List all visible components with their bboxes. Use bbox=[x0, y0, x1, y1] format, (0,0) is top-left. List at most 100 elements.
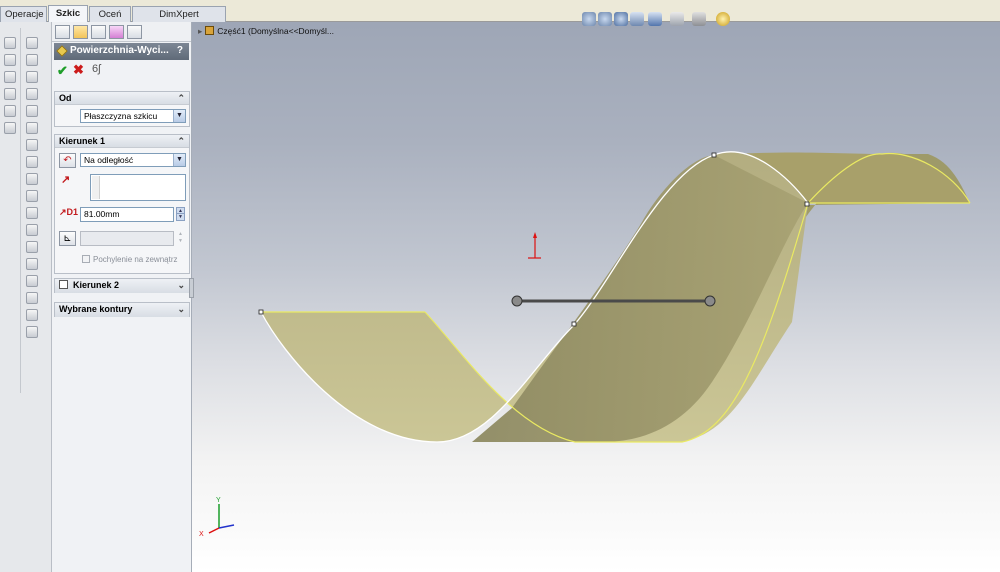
sweep-icon[interactable] bbox=[4, 71, 16, 83]
start-condition-value: Płaszczyzna szkicu bbox=[84, 111, 158, 121]
fillet-icon[interactable] bbox=[26, 71, 38, 83]
group-wybrane-kontury: Wybrane kontury ⌄ bbox=[54, 302, 190, 317]
group-wybrane-kontury-title: Wybrane kontury bbox=[59, 304, 133, 314]
group-kierunek2-title: Kierunek 2 bbox=[73, 280, 120, 290]
draft-angle-input bbox=[80, 231, 174, 246]
end-condition-select[interactable]: Na odległość ▼ bbox=[80, 153, 186, 167]
checkbox-box bbox=[82, 255, 90, 263]
group-kierunek1-header[interactable]: Kierunek 1 ⌃ bbox=[55, 135, 189, 148]
distance-icon: ↗D1 bbox=[59, 207, 79, 217]
cancel-icon[interactable]: ✖ bbox=[73, 62, 84, 78]
drag-handle-start[interactable] bbox=[511, 295, 523, 307]
axis-triad: Y X bbox=[199, 497, 235, 538]
extruded-surface-icon bbox=[56, 45, 68, 57]
command-icon-strip bbox=[0, 22, 52, 572]
freeform-icon[interactable] bbox=[26, 309, 38, 321]
chevron-down-icon[interactable]: ▼ bbox=[173, 110, 185, 122]
chevron-down-icon[interactable]: ▼ bbox=[173, 154, 185, 166]
group-kierunek2: Kierunek 2 ⌄ bbox=[54, 278, 190, 293]
fill-icon[interactable] bbox=[4, 122, 16, 134]
tab-dimxpert[interactable]: DimXpert Wymiarów bbox=[132, 6, 226, 35]
hole-icon[interactable] bbox=[26, 54, 38, 66]
loft-icon[interactable] bbox=[4, 88, 16, 100]
display-manager-icon[interactable] bbox=[127, 25, 142, 39]
property-manager: Powierzchnia-Wyci... ? ✔ ✖ 6ʃ Od ⌃ Płasz… bbox=[52, 22, 192, 572]
accept-icon[interactable]: ✔ bbox=[57, 63, 68, 79]
reference-geometry-icon[interactable] bbox=[26, 241, 38, 253]
end-condition-value: Na odległość bbox=[84, 155, 134, 165]
mirror-icon[interactable] bbox=[26, 173, 38, 185]
dimxpert-manager-icon[interactable] bbox=[109, 25, 124, 39]
distance-input[interactable]: 81.00mm bbox=[80, 207, 174, 222]
strip-divider bbox=[20, 28, 21, 393]
shell-icon[interactable] bbox=[26, 122, 38, 134]
flip-direction-icon[interactable]: ↶ bbox=[59, 153, 76, 168]
property-manager-icon[interactable] bbox=[73, 25, 88, 39]
spin-up-icon: ▲ bbox=[178, 231, 183, 237]
sketch-point[interactable] bbox=[258, 309, 264, 315]
help-button[interactable]: ? bbox=[177, 43, 183, 59]
collapse-icon[interactable]: ⌃ bbox=[177, 135, 185, 147]
tab-szkic[interactable]: Szkic bbox=[48, 5, 88, 23]
expand-icon[interactable]: ⌄ bbox=[177, 303, 185, 316]
curves-icon[interactable] bbox=[26, 258, 38, 270]
group-od: Od ⌃ Płaszczyzna szkicu ▼ bbox=[54, 91, 190, 127]
expand-icon[interactable]: ⌄ bbox=[177, 279, 185, 292]
extrude-icon[interactable] bbox=[4, 37, 16, 49]
graphics-area[interactable]: ▸ Część1 (Domyślna<<Domyśl... Y X bbox=[189, 12, 1000, 572]
sketch-point[interactable] bbox=[804, 201, 810, 207]
drag-handle-end[interactable] bbox=[704, 295, 716, 307]
intersect-icon[interactable] bbox=[26, 224, 38, 236]
axis-y-label: Y bbox=[216, 497, 221, 504]
draft-tool-icon[interactable] bbox=[26, 139, 38, 151]
group-kierunek1-title: Kierunek 1 bbox=[59, 136, 106, 146]
kierunek2-checkbox[interactable] bbox=[59, 280, 68, 289]
pm-toolbar bbox=[52, 22, 191, 42]
direction-listbox[interactable] bbox=[90, 174, 186, 201]
cut-icon[interactable] bbox=[26, 37, 38, 49]
pm-actions: ✔ ✖ 6ʃ bbox=[52, 61, 191, 79]
distance-value: 81.00mm bbox=[84, 209, 120, 219]
sketch-point[interactable] bbox=[571, 321, 577, 327]
boundary-icon[interactable] bbox=[4, 105, 16, 117]
surface-ribbon bbox=[472, 155, 808, 442]
tab-ocen[interactable]: Oceń bbox=[89, 6, 131, 22]
model-canvas[interactable]: Y X bbox=[192, 22, 1000, 572]
revolve-icon[interactable] bbox=[4, 54, 16, 66]
spin-down-icon[interactable]: ▼ bbox=[176, 214, 185, 221]
chamfer-icon[interactable] bbox=[26, 88, 38, 100]
feature-manager-icon[interactable] bbox=[55, 25, 70, 39]
split-icon[interactable] bbox=[26, 292, 38, 304]
draft-icon[interactable]: ⊾ bbox=[59, 231, 76, 246]
pattern-icon[interactable] bbox=[26, 156, 38, 168]
instant3d-icon[interactable] bbox=[26, 275, 38, 287]
helix-icon[interactable] bbox=[26, 326, 38, 338]
group-kierunek1: Kierunek 1 ⌃ ↶ Na odległość ▼ ↗ ↗D1 81.0… bbox=[54, 134, 190, 274]
pm-title-bar: Powierzchnia-Wyci... ? bbox=[54, 43, 189, 60]
group-kierunek2-header[interactable]: Kierunek 2 ⌄ bbox=[55, 279, 189, 293]
draft-outward-checkbox: Pochylenie na zewnątrz bbox=[82, 255, 178, 264]
spin-up-icon[interactable]: ▲ bbox=[176, 207, 185, 214]
preview-icon[interactable]: 6ʃ bbox=[92, 63, 101, 75]
sketch-point[interactable] bbox=[711, 152, 717, 158]
configuration-manager-icon[interactable] bbox=[91, 25, 106, 39]
command-manager-tabs: Operacje Szkic Oceń DimXpert Wymiarów bbox=[0, 0, 1000, 35]
origin-icon bbox=[528, 232, 541, 259]
group-od-header[interactable]: Od ⌃ bbox=[55, 92, 189, 105]
group-wybrane-kontury-header[interactable]: Wybrane kontury ⌄ bbox=[55, 303, 189, 317]
rib-icon[interactable] bbox=[26, 105, 38, 117]
solidworks-window: Operacje Szkic Oceń DimXpert Wymiarów bbox=[0, 0, 1000, 572]
dome-icon[interactable] bbox=[26, 207, 38, 219]
draft-spinner: ▲ ▼ bbox=[176, 231, 185, 245]
direction-arrow-icon: ↗ bbox=[61, 174, 71, 186]
distance-spinner[interactable]: ▲ ▼ bbox=[176, 207, 185, 221]
start-condition-select[interactable]: Płaszczyzna szkicu ▼ bbox=[80, 109, 186, 123]
axis-x-label: X bbox=[199, 531, 204, 538]
draft-outward-label: Pochylenie na zewnątrz bbox=[93, 255, 178, 264]
group-od-title: Od bbox=[59, 93, 72, 103]
spin-down-icon: ▼ bbox=[178, 238, 183, 244]
collapse-icon[interactable]: ⌃ bbox=[177, 92, 185, 104]
wrap-icon[interactable] bbox=[26, 190, 38, 202]
tab-operacje[interactable]: Operacje bbox=[0, 6, 47, 22]
pm-title: Powierzchnia-Wyci... bbox=[70, 45, 169, 56]
